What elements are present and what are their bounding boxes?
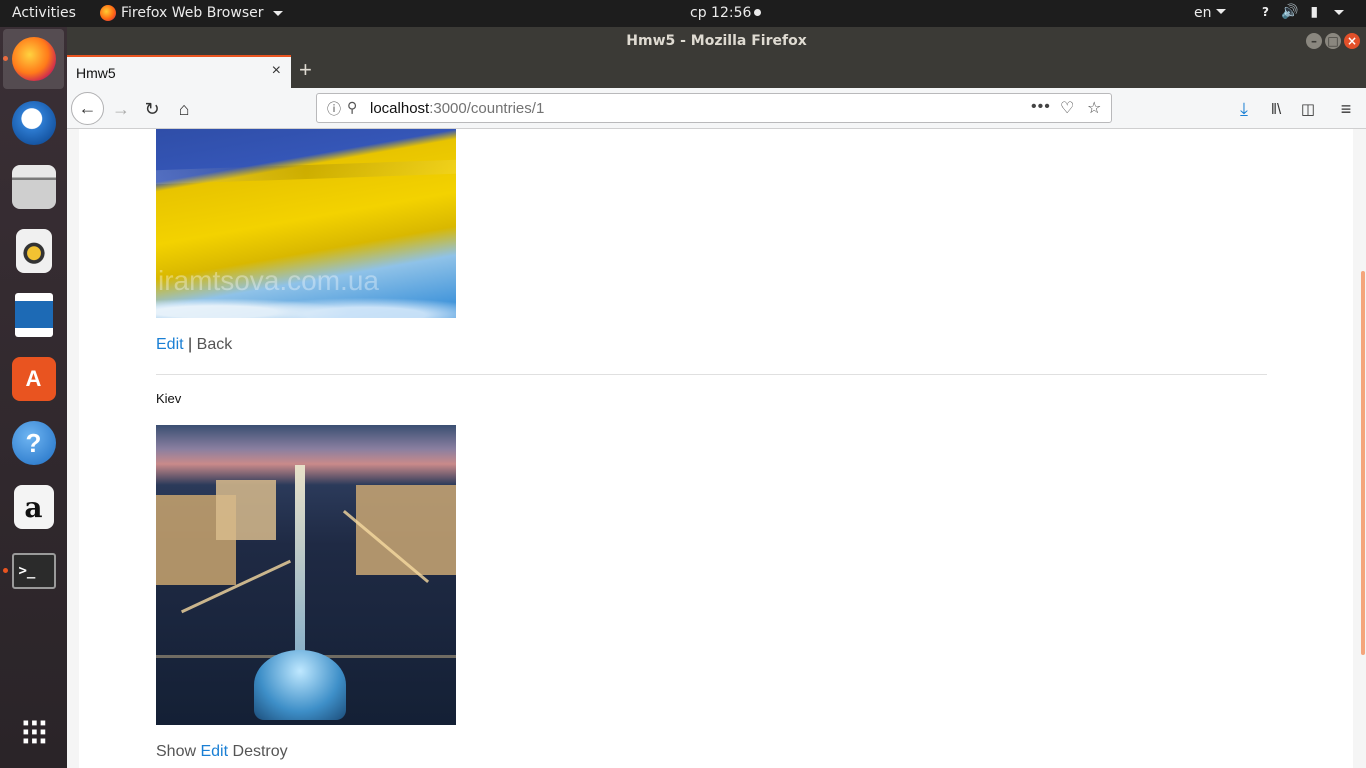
volume-icon: 🔊 (1280, 4, 1299, 20)
page-viewport: iramtsova.com.ua Edit | Back Kiev Show E… (67, 129, 1366, 768)
dock-item-help[interactable]: ? (3, 413, 64, 473)
forward-arrow-icon: → (112, 98, 130, 119)
country-actions: Edit | Back (156, 336, 232, 354)
url-text[interactable]: localhost:3000/countries/1 (370, 100, 544, 117)
show-city-link[interactable]: Show (156, 743, 196, 760)
app-menu[interactable]: Firefox Web Browser (100, 5, 283, 21)
dock-item-rhythmbox[interactable] (3, 221, 64, 281)
firefox-icon (11, 37, 56, 81)
firefox-icon (100, 5, 116, 21)
library-button[interactable]: ‖\ (1261, 94, 1291, 124)
back-arrow-icon: ← (78, 98, 97, 118)
page-body: iramtsova.com.ua Edit | Back Kiev Show E… (79, 129, 1353, 768)
window-title: Hmw5 - Mozilla Firefox (626, 33, 807, 49)
activities-button[interactable]: Activities (12, 5, 76, 21)
thunderbird-icon (11, 101, 56, 145)
library-icon: ‖\ (1270, 100, 1282, 118)
dock-item-amazon[interactable]: a (3, 477, 64, 537)
home-button[interactable]: ⌂ (169, 94, 199, 124)
menu-button[interactable]: ≡ (1331, 94, 1361, 124)
edit-country-link[interactable]: Edit (156, 336, 184, 353)
url-host: localhost (370, 100, 430, 117)
reload-button[interactable]: ↻ (137, 94, 167, 124)
sidebar-button[interactable]: ◫ (1293, 94, 1323, 124)
dock-item-files[interactable] (3, 157, 64, 217)
bookmark-star-icon[interactable]: ☆ (1087, 98, 1101, 118)
new-tab-icon[interactable]: + (299, 57, 312, 83)
dock: A ? a >_ ⋯ ⋯ ⋯ (0, 27, 67, 768)
photo-glass-dome (254, 650, 346, 720)
clock-label: ср 12:56 (690, 5, 752, 21)
image-watermark: iramtsova.com.ua (158, 265, 379, 296)
dock-item-firefox[interactable] (3, 29, 64, 89)
section-divider (156, 374, 1267, 375)
city-photo (156, 425, 456, 725)
app-grid-icon: ⋯ ⋯ ⋯ (21, 708, 48, 756)
vertical-scrollbar[interactable] (1361, 271, 1365, 655)
gnome-top-bar: Activities Firefox Web Browser ср 12:56 … (0, 0, 1366, 27)
dock-item-terminal[interactable]: >_ (3, 541, 64, 601)
dock-item-thunderbird[interactable] (3, 93, 64, 153)
home-icon: ⌂ (178, 98, 190, 119)
tab-title: Hmw5 (76, 65, 116, 81)
city-name: Kiev (156, 391, 182, 406)
system-menu[interactable]: ? 🔊 ▮ (1262, 4, 1345, 20)
downloads-button[interactable]: ⤓ (1229, 94, 1259, 124)
navigation-toolbar: ← → ↻ ⌂ ⓘ ⚲ localhost:3000/countries/1 •… (67, 88, 1366, 129)
app-menu-label: Firefox Web Browser (121, 5, 264, 21)
maximize-icon[interactable]: □ (1325, 33, 1341, 49)
software-center-icon: A (11, 357, 56, 401)
url-path: :3000/countries/1 (429, 100, 545, 117)
download-icon: ⤓ (1240, 98, 1248, 119)
clock[interactable]: ср 12:56 (690, 5, 762, 21)
sidebar-icon: ◫ (1300, 101, 1316, 118)
help-icon: ? (1262, 5, 1269, 19)
notification-dot-icon (754, 9, 762, 16)
tab-hmw5[interactable]: Hmw5 × (67, 55, 291, 88)
pocket-icon[interactable]: ♡ (1060, 98, 1074, 118)
battery-icon: ▮ (1310, 4, 1319, 20)
flag-fold (156, 159, 456, 185)
page-actions-icon[interactable]: ••• (1031, 98, 1051, 116)
city-actions: Show Edit Destroy (156, 743, 288, 761)
reload-icon: ↻ (144, 98, 160, 119)
info-icon[interactable]: ⓘ (327, 99, 341, 119)
help-icon: ? (11, 421, 56, 465)
key-icon: ⚲ (347, 99, 358, 115)
destroy-city-link[interactable]: Destroy (233, 743, 288, 760)
country-flag-image: iramtsova.com.ua (156, 129, 456, 318)
language-label: en (1194, 5, 1212, 21)
chevron-down-icon (1215, 9, 1226, 14)
dock-item-software[interactable]: A (3, 349, 64, 409)
show-applications-button[interactable]: ⋯ ⋯ ⋯ (3, 705, 64, 765)
forward-button[interactable]: → (106, 94, 136, 124)
photo-monument-column (295, 465, 305, 655)
amazon-icon: a (13, 485, 54, 529)
link-separator: | (188, 336, 193, 353)
minimize-icon[interactable]: – (1306, 33, 1322, 49)
close-icon[interactable]: × (1344, 33, 1360, 49)
terminal-icon: >_ (11, 553, 56, 589)
back-link[interactable]: Back (197, 336, 233, 353)
chevron-down-icon (272, 10, 283, 16)
close-icon[interactable]: × (272, 62, 281, 80)
tab-strip: Hmw5 × + (67, 55, 1366, 88)
photo-building-center (216, 480, 276, 540)
hamburger-menu-icon: ≡ (1340, 98, 1352, 119)
window-controls: – □ × (1306, 33, 1360, 49)
writer-icon (14, 293, 53, 337)
dock-item-writer[interactable] (3, 285, 64, 345)
chevron-down-icon (1334, 9, 1345, 15)
url-bar[interactable]: ⓘ ⚲ localhost:3000/countries/1 ••• ♡ ☆ (316, 93, 1112, 123)
back-button[interactable]: ← (71, 92, 104, 125)
files-icon (11, 165, 56, 209)
language-indicator[interactable]: en (1194, 5, 1226, 21)
edit-city-link[interactable]: Edit (200, 743, 228, 760)
rhythmbox-icon (15, 229, 52, 273)
window-titlebar: Hmw5 - Mozilla Firefox – □ × (67, 27, 1366, 55)
